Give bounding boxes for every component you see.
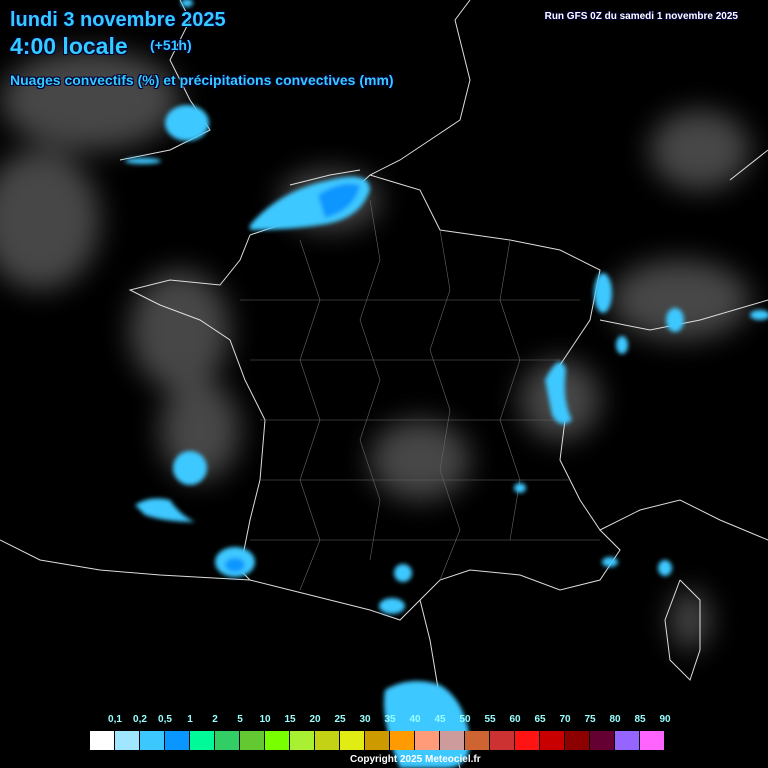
legend-label: 45 — [434, 714, 446, 725]
legend-swatch — [465, 731, 490, 750]
legend-swatch — [640, 731, 665, 750]
legend-label: 70 — [559, 714, 571, 725]
legend-swatch — [315, 731, 340, 750]
legend-label: 5 — [237, 714, 243, 725]
legend-swatch — [590, 731, 615, 750]
forecast-date: lundi 3 novembre 2025 — [10, 9, 226, 31]
copyright: Copyright 2025 Meteociel.fr — [350, 754, 481, 765]
legend-swatch — [90, 731, 115, 750]
precipitation-layer — [125, 0, 768, 768]
legend-label: 15 — [284, 714, 296, 725]
legend-label: 0,5 — [158, 714, 172, 725]
legend-swatch — [190, 731, 215, 750]
legend-swatch — [490, 731, 515, 750]
legend-label: 0,2 — [133, 714, 147, 725]
map-canvas — [0, 0, 768, 768]
legend-label: 55 — [484, 714, 496, 725]
legend-label: 50 — [459, 714, 471, 725]
legend-swatch — [240, 731, 265, 750]
legend-swatch — [390, 731, 415, 750]
legend-label: 65 — [534, 714, 546, 725]
forecast-time: 4:00 locale — [10, 33, 128, 59]
color-legend — [90, 731, 665, 750]
map-title: Nuages convectifs (%) et précipitations … — [10, 72, 394, 88]
legend-swatch — [540, 731, 565, 750]
forecast-lead-time: (+51h) — [150, 37, 192, 53]
legend-label: 90 — [659, 714, 671, 725]
legend-label: 75 — [584, 714, 596, 725]
legend-swatch — [115, 731, 140, 750]
legend-label: 10 — [259, 714, 271, 725]
legend-label: 80 — [609, 714, 621, 725]
legend-label: 0,1 — [108, 714, 122, 725]
weather-map: lundi 3 novembre 2025 4:00 locale (+51h)… — [0, 0, 768, 768]
legend-label: 35 — [384, 714, 396, 725]
legend-swatch — [440, 731, 465, 750]
legend-label: 1 — [187, 714, 193, 725]
legend-swatch — [265, 731, 290, 750]
legend-label: 85 — [634, 714, 646, 725]
model-run-info: Run GFS 0Z du samedi 1 novembre 2025 — [544, 11, 738, 22]
legend-swatch — [515, 731, 540, 750]
legend-swatch — [615, 731, 640, 750]
legend-label: 25 — [334, 714, 346, 725]
legend-swatch — [290, 731, 315, 750]
legend-swatch — [165, 731, 190, 750]
legend-swatch — [215, 731, 240, 750]
legend-swatch — [565, 731, 590, 750]
legend-label: 60 — [509, 714, 521, 725]
legend-swatch — [140, 731, 165, 750]
legend-label: 2 — [212, 714, 218, 725]
legend-swatch — [415, 731, 440, 750]
cloud-cover-layer — [0, 50, 750, 650]
legend-swatch — [365, 731, 390, 750]
legend-label: 20 — [309, 714, 321, 725]
legend-label: 40 — [409, 714, 421, 725]
legend-swatch — [340, 731, 365, 750]
legend-label: 30 — [359, 714, 371, 725]
